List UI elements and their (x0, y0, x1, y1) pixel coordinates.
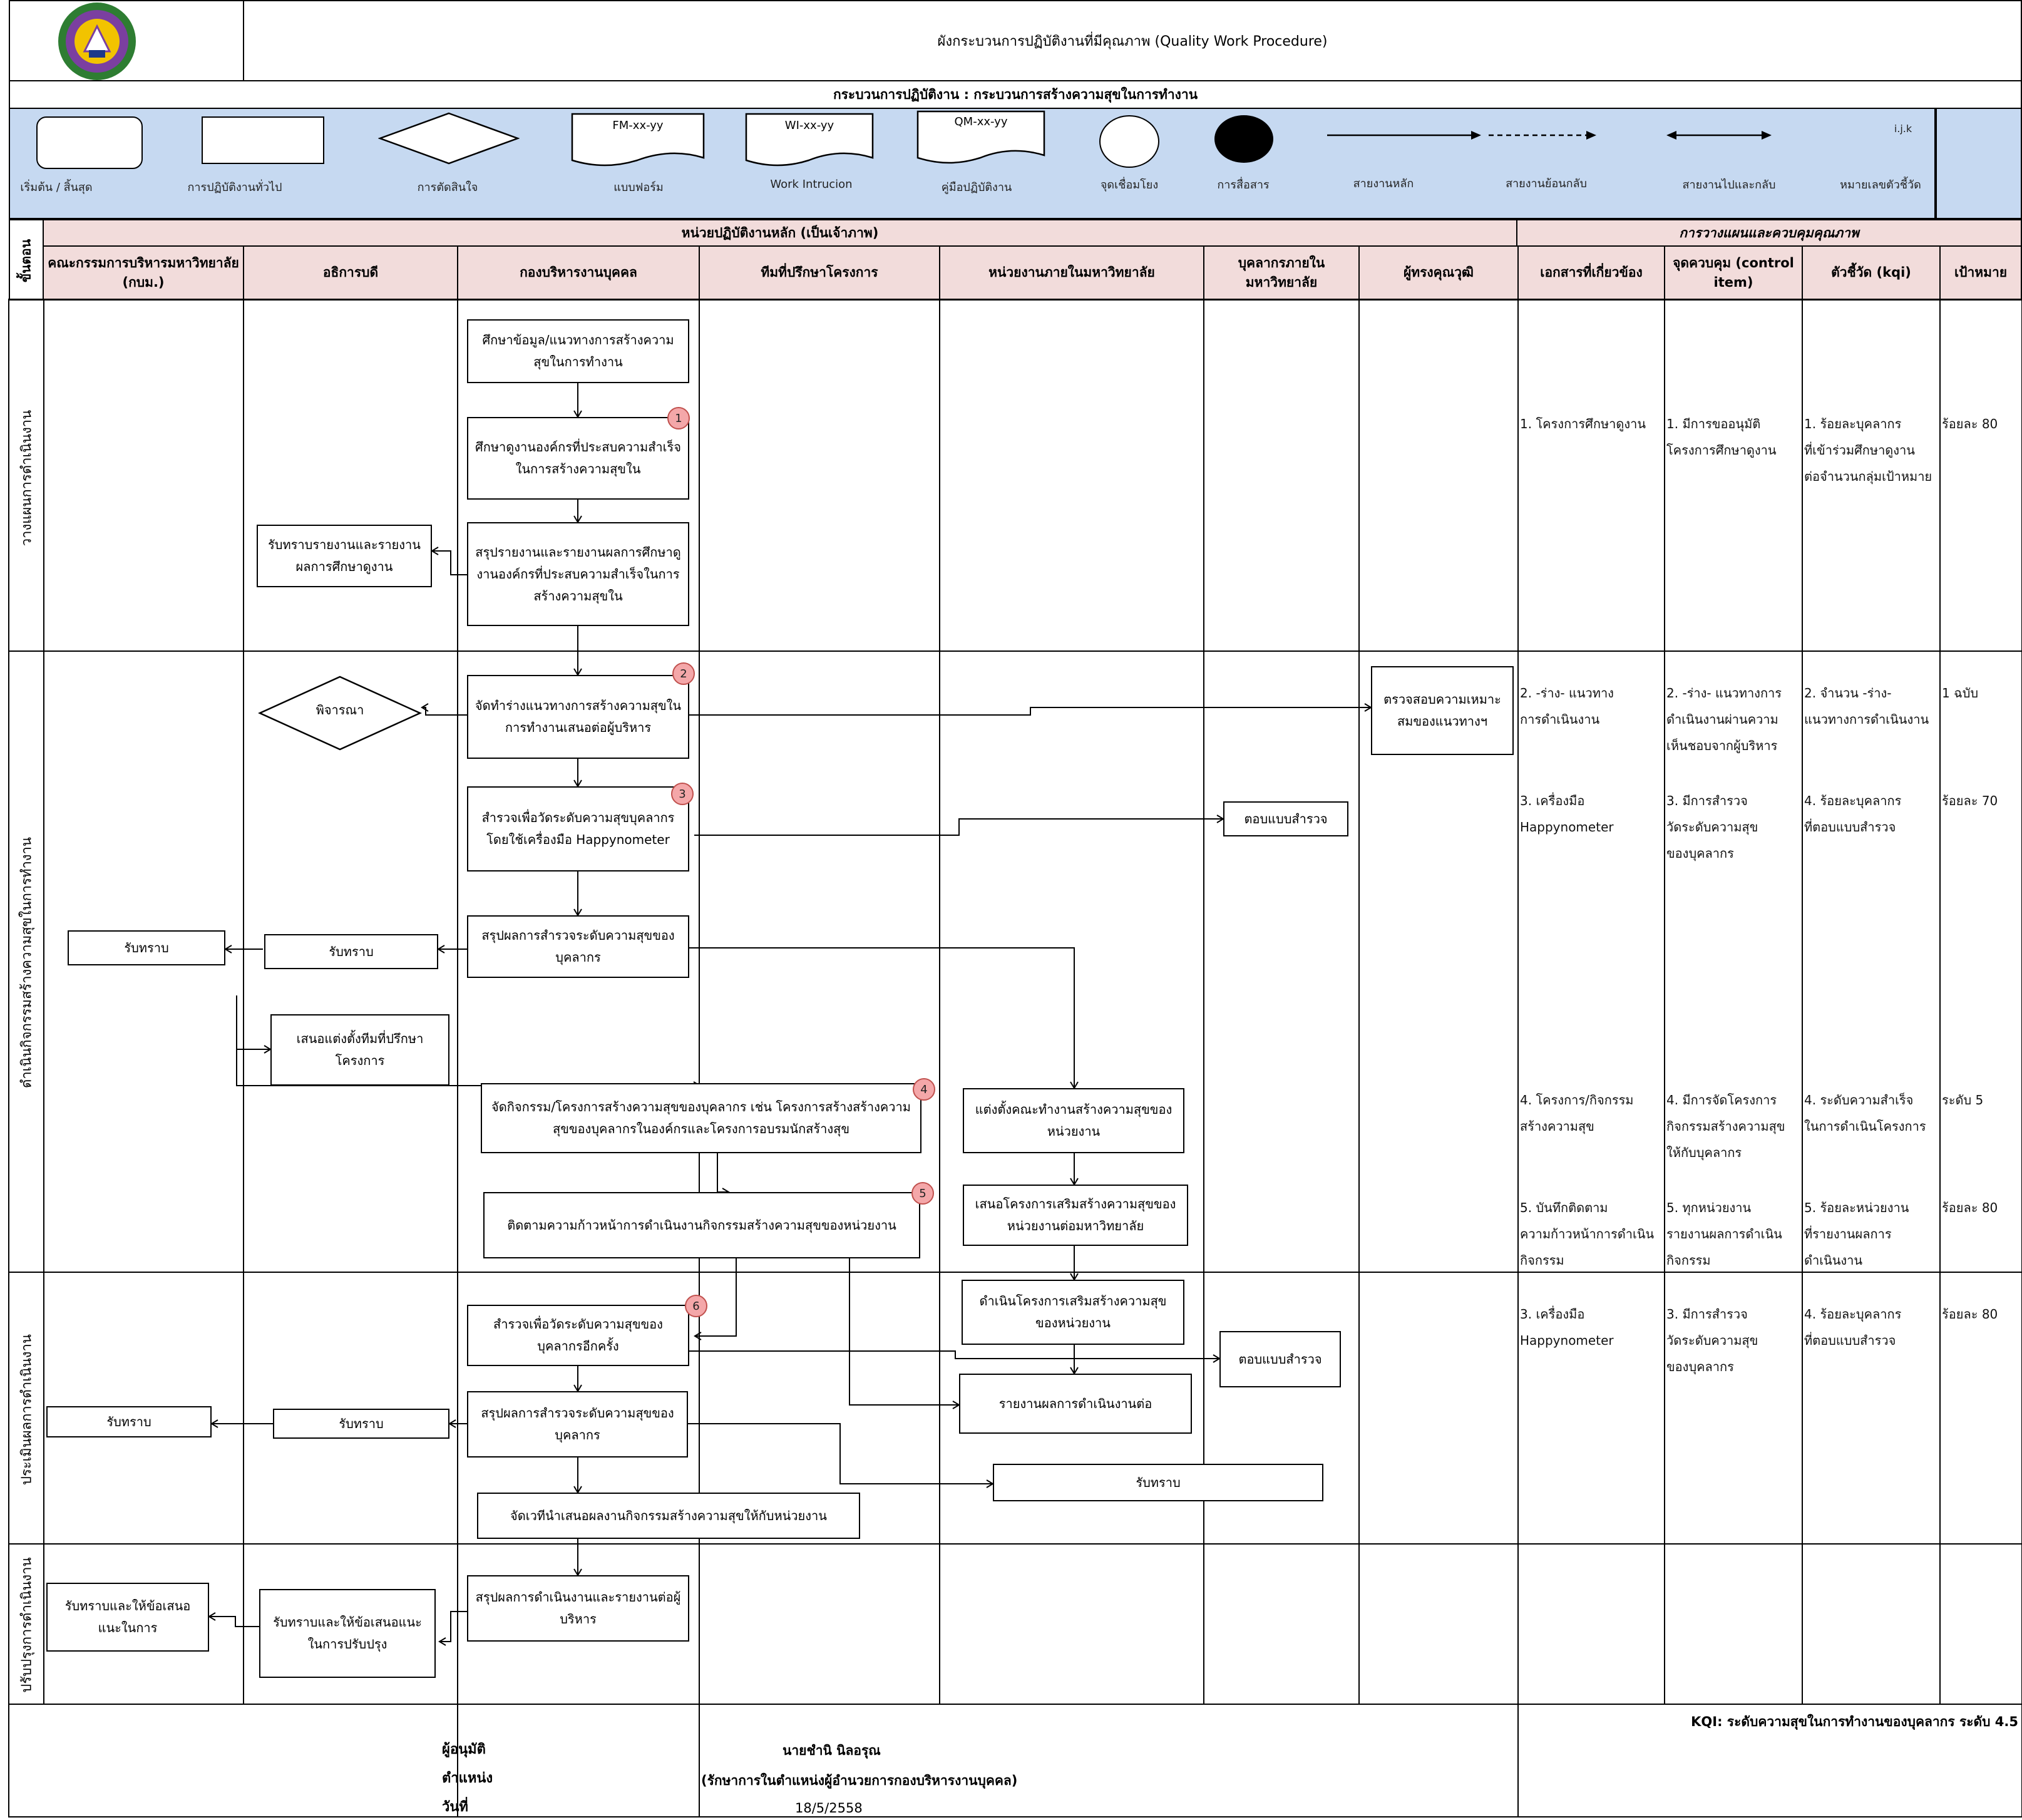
date-text: 18/5/2558 (795, 1801, 863, 1816)
president-ack-box-2: รับทราบ (273, 1409, 449, 1439)
target-row-6: ร้อยละ 80 (1942, 1307, 1998, 1322)
doc-row-4: 4. โครงการ/กิจกรรม สร้างความสุข (1520, 1093, 1634, 1134)
answer-survey-box-1: ตอบแบบสำรวจ (1223, 801, 1348, 836)
target-row-4: ระดับ 5 (1942, 1093, 1984, 1108)
target-row-2: 1 ฉบับ (1942, 686, 1979, 701)
run-project-box: ดำเนินโครงการเสริมสร้างความสุขของหน่วยงา… (962, 1280, 1184, 1345)
survey-summary-box-2: สรุปผลการสำรวจระดับความสุขของบุคลากร (467, 1391, 688, 1458)
council-ack-box-1: รับทราบ (68, 930, 225, 965)
position-label: ตำแหน่ง (442, 1771, 493, 1786)
units-ack-box: รับทราบ (993, 1464, 1323, 1501)
answer-survey-box-2: ตอบแบบสำรวจ (1219, 1331, 1341, 1387)
study-guidelines-box: ศึกษาข้อมูล/แนวทางการสร้างความสุขในการทำ… (467, 319, 689, 383)
happiness-activities-box: จัดกิจกรรม/โครงการสร้างความสุขของบุคลากร… (481, 1083, 921, 1153)
position-text: (รักษาการในตำแหน่งผู้อำนวยการกองบริหารงา… (701, 1773, 1018, 1788)
report-results-box: รายงานผลการดำเนินงานต่อ (959, 1374, 1192, 1434)
step-marker-5: 5 (911, 1182, 934, 1205)
president-feedback-box: รับทราบและให้ข้อเสนอแนะในการปรับปรุง (259, 1589, 436, 1678)
control-row-3: 3. มีการสำรวจ วัดระดับความสุข ของบุคลากร (1666, 793, 1758, 861)
happynometer-survey-box: สำรวจเพื่อวัดระดับความสุขบุคลากรโดยใช้เค… (467, 786, 689, 871)
doc-row-3: 3. เครื่องมือ Happynometer (1520, 793, 1614, 835)
date-label: วันที่ (442, 1799, 468, 1815)
target-row-3: ร้อยละ 70 (1942, 793, 1998, 808)
kqi-row-2: 2. จำนวน -ร่าง- แนวทางการดำเนินงาน (1804, 686, 1929, 727)
presentation-stage-box: จัดเวทีนำเสนอผลงานกิจกรรมสร้างความสุขให้… (477, 1493, 860, 1539)
survey-summary-box-1: สรุปผลการสำรวจระดับความสุขของบุคลากร (467, 915, 689, 978)
resurvey-box: สำรวจเพื่อวัดระดับความสุขของบุคลากรอีกคร… (467, 1305, 689, 1366)
final-report-box: สรุปผลการดำเนินงานและรายงานต่อผู้บริหาร (467, 1575, 689, 1642)
control-row-4: 4. มีการจัดโครงการ กิจกรรมสร้างความสุข ใ… (1666, 1093, 1785, 1160)
control-row-1: 1. มีการขออนุมัติ โครงการศึกษาดูงาน (1666, 416, 1777, 458)
step-marker-4: 4 (913, 1078, 935, 1101)
council-feedback-box: รับทราบและให้ข้อเสนอแนะในการ (46, 1583, 209, 1652)
president-ack-box-1: รับทราบ (264, 934, 438, 969)
step-marker-6: 6 (685, 1295, 707, 1317)
control-row-2: 2. -ร่าง- แนวทางการ ดำเนินงานผ่านความ เห… (1666, 686, 1782, 753)
flow-connectors (208, 299, 1372, 1646)
approver-name: นายชำนิ นิลอรุณ (783, 1743, 881, 1758)
approver-label: ผู้อนุมัติ (442, 1742, 486, 1757)
kqi-summary: KQI: ระดับความสุขในการทำงานของบุคลากร ระ… (1691, 1714, 2018, 1729)
kqi-row-5: 5. ร้อยละหน่วยงาน ที่รายงานผลการ ดำเนินง… (1804, 1200, 1909, 1268)
kqi-row-4: 4. ระดับความสำเร็จ ในการดำเนินโครงการ (1804, 1093, 1926, 1134)
kqi-row-6: 4. ร้อยละบุคลากร ที่ตอบแบบสำรวจ (1804, 1307, 1902, 1348)
doc-row-6: 3. เครื่องมือ Happynometer (1520, 1307, 1614, 1348)
consider-label: พิจารณา (316, 702, 364, 717)
acknowledge-report-box: รับทราบรายงานและรายงานผลการศึกษาดูงาน (257, 525, 432, 587)
appoint-working-group-box: แต่งตั้งคณะทำงานสร้างความสุขของหน่วยงาน (963, 1088, 1184, 1153)
step-marker-2: 2 (672, 662, 695, 685)
kqi-row-1: 1. ร้อยละบุคลากร ที่เข้าร่วมศึกษาดูงาน ต… (1804, 416, 1932, 484)
propose-project-box: เสนอโครงการเสริมสร้างความสุขของหน่วยงานต… (963, 1185, 1188, 1246)
doc-row-1: 1. โครงการศึกษาดูงาน (1520, 416, 1646, 431)
control-row-6: 3. มีการสำรวจ วัดระดับความสุข ของบุคลากร (1666, 1307, 1758, 1374)
doc-row-5: 5. บันทึกติดตาม ความก้าวหน้าการดำเนิน กิ… (1520, 1200, 1655, 1268)
kqi-row-3: 4. ร้อยละบุคลากร ที่ตอบแบบสำรวจ (1804, 793, 1902, 835)
doc-row-2: 2. -ร่าง- แนวทาง การดำเนินงาน (1520, 686, 1614, 727)
study-visit-box: ศึกษาดูงานองค์กรที่ประสบความสำเร็จในการส… (467, 417, 689, 500)
control-row-5: 5. ทุกหน่วยงาน รายงานผลการดำเนิน กิจกรรม (1666, 1200, 1782, 1268)
step-marker-1: 1 (667, 407, 690, 429)
draft-guidelines-box: จัดทำร่างแนวทางการสร้างความสุขในการทำงาน… (467, 675, 689, 759)
target-row-5: ร้อยละ 80 (1942, 1200, 1998, 1215)
expert-review-box: ตรวจสอบความเหมาะสมของแนวทางฯ (1371, 666, 1514, 755)
study-report-box: สรุปรายงานและรายงานผลการศึกษาดูงานองค์กร… (467, 522, 689, 626)
target-row-1: ร้อยละ 80 (1942, 416, 1998, 431)
council-ack-box-2: รับทราบ (46, 1406, 212, 1437)
step-marker-3: 3 (671, 783, 694, 805)
follow-progress-box: ติดตามความก้าวหน้าการดำเนินงานกิจกรรมสร้… (483, 1192, 920, 1258)
appoint-advisory-box: เสนอแต่งตั้งทีมที่ปรึกษาโครงการ (270, 1014, 449, 1086)
